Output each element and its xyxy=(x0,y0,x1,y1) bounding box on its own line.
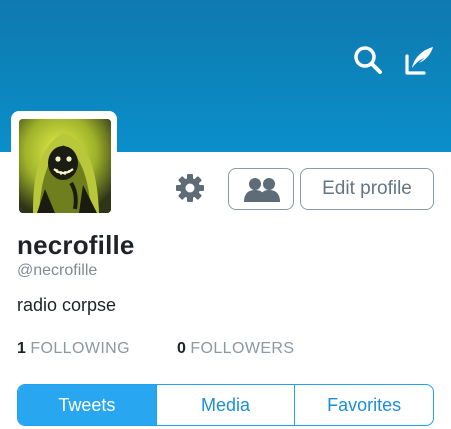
followers-label: FOLLOWERS xyxy=(190,340,295,357)
settings-button[interactable] xyxy=(174,172,206,204)
avatar[interactable] xyxy=(19,119,111,213)
compose-tweet-button[interactable] xyxy=(404,44,436,76)
avatar-image xyxy=(19,119,111,213)
follow-people-button[interactable] xyxy=(228,168,294,210)
gear-icon xyxy=(176,174,204,202)
avatar-frame xyxy=(11,111,117,217)
following-count: 1 xyxy=(17,340,26,357)
edit-profile-button[interactable]: Edit profile xyxy=(300,168,434,210)
people-icon xyxy=(244,178,280,202)
tab-favorites[interactable]: Favorites xyxy=(294,385,433,425)
profile-handle: @necrofille xyxy=(17,262,98,279)
compose-tweet-icon xyxy=(405,47,433,75)
profile-tabs: Tweets Media Favorites xyxy=(17,384,434,426)
profile-bio: radio corpse xyxy=(17,295,117,315)
search-button[interactable] xyxy=(352,44,384,76)
search-icon xyxy=(354,46,382,74)
followers-stat[interactable]: 0 FOLLOWERS xyxy=(177,340,294,358)
profile-name: necrofille xyxy=(17,230,135,260)
followers-count: 0 xyxy=(177,340,186,357)
tab-media[interactable]: Media xyxy=(155,385,295,425)
tab-tweets[interactable]: Tweets xyxy=(18,385,156,425)
following-stat[interactable]: 1 FOLLOWING xyxy=(17,340,130,358)
following-label: FOLLOWING xyxy=(30,340,130,357)
